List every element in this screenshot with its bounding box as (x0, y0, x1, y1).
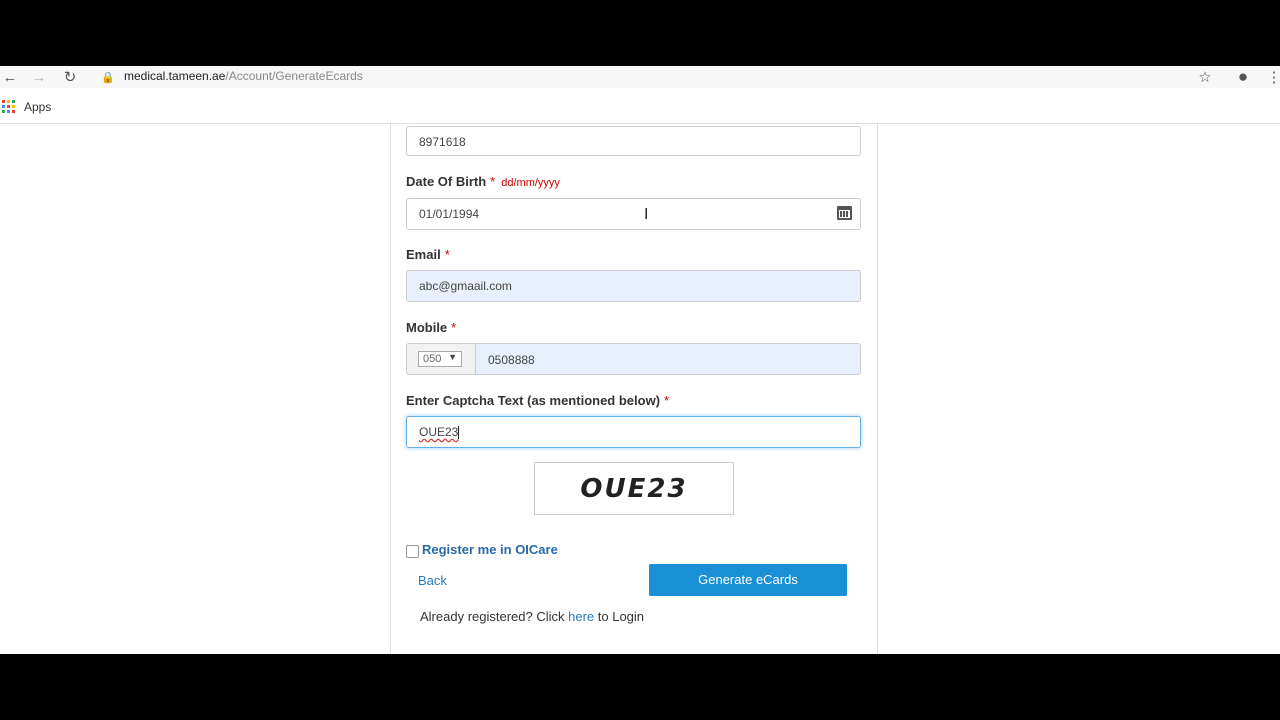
forward-arrow-icon[interactable]: → (29, 67, 49, 87)
mobile-code-dropdown[interactable]: 050 ▼ (418, 351, 462, 367)
page-content: 8971618 Date Of Birth * dd/mm/yyyy 01/01/1… (0, 124, 1280, 654)
required-mark: * (444, 247, 450, 262)
back-arrow-icon[interactable]: ← (0, 67, 20, 87)
mobile-number-input[interactable]: 0508888 (475, 343, 861, 375)
caret (458, 426, 460, 440)
captcha-value: OUE23 (419, 425, 459, 439)
apps-dot (12, 110, 15, 113)
captcha-input[interactable]: OUE23 (406, 416, 861, 448)
chevron-down-icon: ▼ (448, 352, 457, 362)
email-label: Email * (406, 247, 450, 262)
required-mark: * (451, 320, 457, 335)
menu-icon[interactable]: ⋮ (1264, 67, 1280, 87)
ecard-form-panel: 8971618 Date Of Birth * dd/mm/yyyy 01/01/1… (390, 124, 878, 654)
dob-input[interactable]: 01/01/1994 I (406, 198, 861, 230)
browser-toolbar: ← → ↻ 🔒 medical.tameen.ae/Account/Genera… (0, 66, 1280, 88)
browser-window: ← → ↻ 🔒 medical.tameen.ae/Account/Genera… (0, 66, 1280, 654)
dob-label: Date Of Birth * dd/mm/yyyy (406, 174, 560, 189)
back-link[interactable]: Back (418, 573, 447, 588)
apps-dot (7, 110, 10, 113)
mobile-label: Mobile * (406, 320, 456, 335)
apps-dot (7, 105, 10, 108)
mobile-code-value: 050 (423, 353, 442, 365)
policy-number-value: 8971618 (419, 135, 466, 149)
captcha-image: OUE23 (534, 462, 734, 515)
apps-grid-icon[interactable] (2, 100, 16, 114)
star-icon[interactable]: ☆ (1195, 67, 1215, 87)
lock-icon: 🔒 (101, 71, 115, 84)
login-here-link[interactable]: here (568, 609, 594, 624)
reload-icon[interactable]: ↻ (60, 67, 80, 87)
mobile-value: 0508888 (488, 353, 535, 367)
captcha-image-text: OUE23 (580, 473, 688, 504)
required-mark: * (664, 393, 670, 408)
policy-number-input[interactable]: 8971618 (406, 126, 861, 156)
text-cursor-icon: I (644, 206, 649, 223)
dob-label-text: Date Of Birth (406, 174, 487, 189)
email-value: abc@gmaail.com (419, 279, 512, 293)
mobile-label-text: Mobile (406, 320, 448, 335)
account-icon[interactable]: ● (1233, 67, 1253, 87)
apps-dot (2, 110, 5, 113)
login-suffix: to Login (594, 609, 645, 624)
calendar-icon[interactable] (837, 206, 852, 220)
mobile-row: 050 ▼ 0508888 (406, 343, 861, 375)
captcha-label: Enter Captcha Text (as mentioned below) * (406, 393, 669, 408)
email-field[interactable]: abc@gmaail.com (406, 270, 861, 302)
apps-dot (2, 105, 5, 108)
apps-dot (12, 100, 15, 103)
dob-format-hint: dd/mm/yyyy (501, 177, 560, 189)
dob-value: 01/01/1994 (419, 207, 480, 221)
url-host: medical.tameen.ae (124, 69, 226, 83)
register-label[interactable]: Register me in OICare (422, 542, 558, 557)
mobile-code-select[interactable]: 050 ▼ (406, 343, 475, 375)
apps-dot (2, 100, 5, 103)
generate-ecards-button[interactable]: Generate eCards (649, 564, 847, 596)
login-prefix: Already registered? Click (420, 609, 569, 624)
register-checkbox[interactable] (406, 545, 419, 558)
captcha-label-text: Enter Captcha Text (as mentioned below) (406, 393, 661, 408)
address-bar[interactable]: medical.tameen.ae/Account/GenerateEcards (124, 69, 363, 83)
url-path: /Account/GenerateEcards (225, 69, 363, 83)
required-mark: * (490, 174, 496, 189)
apps-dot (7, 100, 10, 103)
bookmarks-bar: Apps (0, 95, 1280, 124)
apps-bookmark[interactable]: Apps (24, 100, 51, 114)
apps-dot (12, 105, 15, 108)
email-label-text: Email (406, 247, 441, 262)
login-prompt: Already registered? Click here to Login (420, 609, 644, 624)
